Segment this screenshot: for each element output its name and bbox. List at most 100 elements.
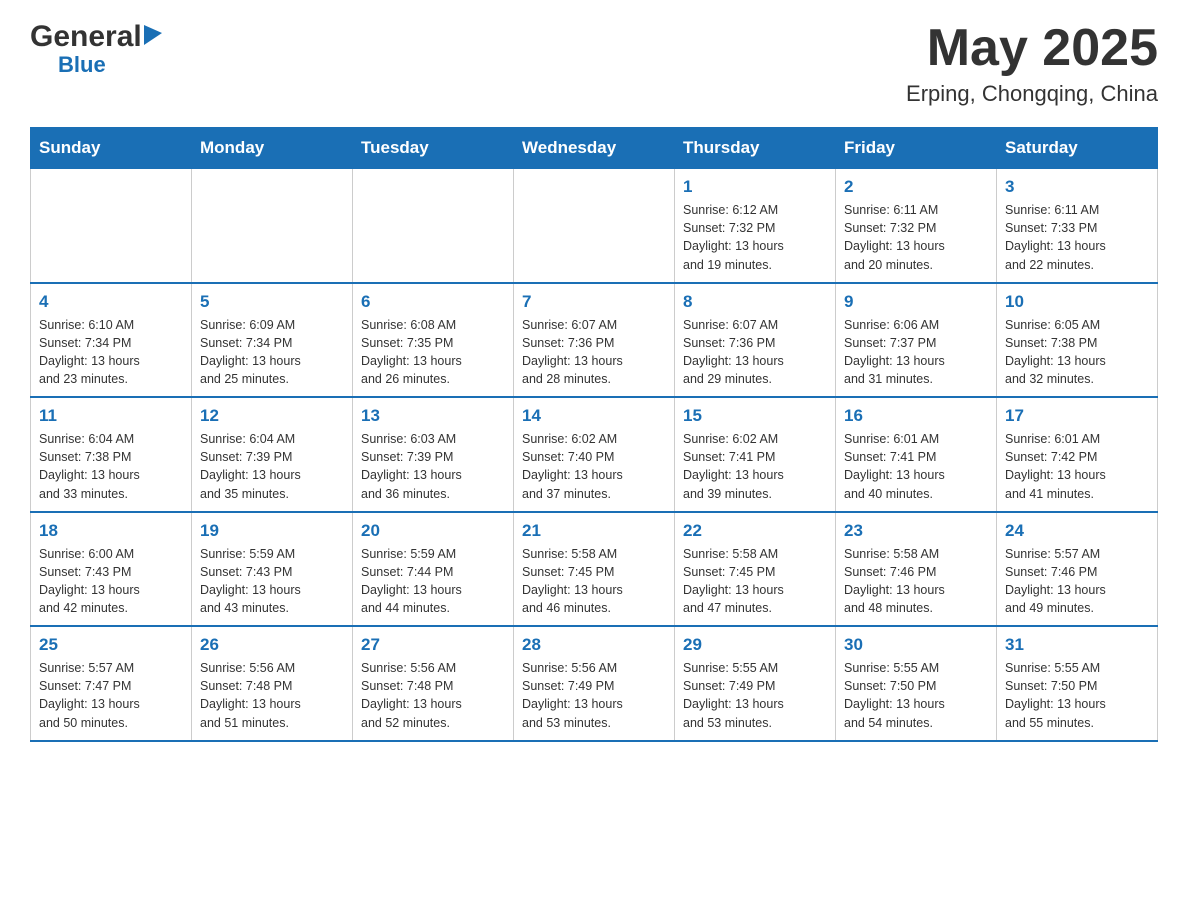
calendar-day-cell: 22 Sunrise: 5:58 AM Sunset: 7:45 PM Dayli… (675, 512, 836, 627)
calendar-day-cell: 1Sunrise: 6:12 AM Sunset: 7:32 PM Daylig… (675, 169, 836, 283)
col-saturday: Saturday (997, 128, 1158, 169)
col-sunday: Sunday (31, 128, 192, 169)
calendar-week-row: 25Sunrise: 5:57 AM Sunset: 7:47 PM Dayli… (31, 626, 1158, 741)
day-info: Sunrise: 6:07 AM Sunset: 7:36 PM Dayligh… (683, 316, 827, 389)
day-number: 11 (39, 406, 183, 426)
day-info: Sunrise: 5:56 AM Sunset: 7:49 PM Dayligh… (522, 659, 666, 732)
col-friday: Friday (836, 128, 997, 169)
day-info: Sunrise: 6:10 AM Sunset: 7:34 PM Dayligh… (39, 316, 183, 389)
day-info: Sunrise: 5:56 AM Sunset: 7:48 PM Dayligh… (361, 659, 505, 732)
calendar-day-cell: 5 Sunrise: 6:09 AM Sunset: 7:34 PM Daylig… (192, 283, 353, 398)
day-info: Sunrise: 6:09 AM Sunset: 7:34 PM Dayligh… (200, 316, 344, 389)
day-number: 6 (361, 292, 505, 312)
calendar-day-cell: 12 Sunrise: 6:04 AM Sunset: 7:39 PM Dayli… (192, 397, 353, 512)
calendar-day-cell: 2 Sunrise: 6:11 AM Sunset: 7:32 PM Daylig… (836, 169, 997, 283)
calendar-day-cell: 9 Sunrise: 6:06 AM Sunset: 7:37 PM Daylig… (836, 283, 997, 398)
day-info: Sunrise: 6:06 AM Sunset: 7:37 PM Dayligh… (844, 316, 988, 389)
calendar-day-cell: 23 Sunrise: 5:58 AM Sunset: 7:46 PM Dayli… (836, 512, 997, 627)
day-number: 2 (844, 177, 988, 197)
calendar-day-cell: 6 Sunrise: 6:08 AM Sunset: 7:35 PM Daylig… (353, 283, 514, 398)
calendar-week-row: 18 Sunrise: 6:00 AM Sunset: 7:43 PM Dayli… (31, 512, 1158, 627)
day-info: Sunrise: 6:02 AM Sunset: 7:40 PM Dayligh… (522, 430, 666, 503)
logo: General Blue (30, 20, 162, 76)
day-info: Sunrise: 6:11 AM Sunset: 7:33 PM Dayligh… (1005, 201, 1149, 274)
day-info: Sunrise: 5:59 AM Sunset: 7:44 PM Dayligh… (361, 545, 505, 618)
calendar-day-cell: 14 Sunrise: 6:02 AM Sunset: 7:40 PM Dayli… (514, 397, 675, 512)
calendar-day-cell: 21 Sunrise: 5:58 AM Sunset: 7:45 PM Dayli… (514, 512, 675, 627)
calendar-day-cell: 4 Sunrise: 6:10 AM Sunset: 7:34 PM Daylig… (31, 283, 192, 398)
calendar-week-row: 11Sunrise: 6:04 AM Sunset: 7:38 PM Dayli… (31, 397, 1158, 512)
day-info: Sunrise: 6:11 AM Sunset: 7:32 PM Dayligh… (844, 201, 988, 274)
day-number: 30 (844, 635, 988, 655)
col-tuesday: Tuesday (353, 128, 514, 169)
calendar-day-cell: 19 Sunrise: 5:59 AM Sunset: 7:43 PM Dayli… (192, 512, 353, 627)
calendar-day-cell: 31Sunrise: 5:55 AM Sunset: 7:50 PM Dayli… (997, 626, 1158, 741)
logo-triangle-icon (144, 25, 162, 50)
day-info: Sunrise: 5:57 AM Sunset: 7:47 PM Dayligh… (39, 659, 183, 732)
day-info: Sunrise: 5:57 AM Sunset: 7:46 PM Dayligh… (1005, 545, 1149, 618)
day-info: Sunrise: 6:12 AM Sunset: 7:32 PM Dayligh… (683, 201, 827, 274)
calendar-day-cell: 15 Sunrise: 6:02 AM Sunset: 7:41 PM Dayli… (675, 397, 836, 512)
day-number: 18 (39, 521, 183, 541)
day-number: 28 (522, 635, 666, 655)
day-number: 5 (200, 292, 344, 312)
calendar-week-row: 1Sunrise: 6:12 AM Sunset: 7:32 PM Daylig… (31, 169, 1158, 283)
day-info: Sunrise: 5:58 AM Sunset: 7:45 PM Dayligh… (683, 545, 827, 618)
calendar-day-cell: 13 Sunrise: 6:03 AM Sunset: 7:39 PM Dayli… (353, 397, 514, 512)
calendar-day-cell: 28 Sunrise: 5:56 AM Sunset: 7:49 PM Dayli… (514, 626, 675, 741)
day-number: 14 (522, 406, 666, 426)
day-number: 16 (844, 406, 988, 426)
logo-blue-text: Blue (58, 54, 106, 76)
calendar-day-cell: 17 Sunrise: 6:01 AM Sunset: 7:42 PM Dayli… (997, 397, 1158, 512)
day-info: Sunrise: 6:02 AM Sunset: 7:41 PM Dayligh… (683, 430, 827, 503)
calendar-day-cell: 29 Sunrise: 5:55 AM Sunset: 7:49 PM Dayli… (675, 626, 836, 741)
calendar-table: Sunday Monday Tuesday Wednesday Thursday… (30, 127, 1158, 742)
day-info: Sunrise: 6:07 AM Sunset: 7:36 PM Dayligh… (522, 316, 666, 389)
day-info: Sunrise: 5:55 AM Sunset: 7:50 PM Dayligh… (844, 659, 988, 732)
day-info: Sunrise: 6:03 AM Sunset: 7:39 PM Dayligh… (361, 430, 505, 503)
col-wednesday: Wednesday (514, 128, 675, 169)
calendar-day-cell: 16 Sunrise: 6:01 AM Sunset: 7:41 PM Dayli… (836, 397, 997, 512)
calendar-day-cell: 25Sunrise: 5:57 AM Sunset: 7:47 PM Dayli… (31, 626, 192, 741)
day-info: Sunrise: 5:59 AM Sunset: 7:43 PM Dayligh… (200, 545, 344, 618)
calendar-day-cell (31, 169, 192, 283)
day-info: Sunrise: 5:58 AM Sunset: 7:45 PM Dayligh… (522, 545, 666, 618)
day-number: 8 (683, 292, 827, 312)
day-number: 7 (522, 292, 666, 312)
calendar-day-cell: 20 Sunrise: 5:59 AM Sunset: 7:44 PM Dayli… (353, 512, 514, 627)
day-number: 19 (200, 521, 344, 541)
calendar-day-cell: 30 Sunrise: 5:55 AM Sunset: 7:50 PM Dayli… (836, 626, 997, 741)
day-number: 4 (39, 292, 183, 312)
logo-general-text: General (30, 20, 142, 54)
day-info: Sunrise: 6:01 AM Sunset: 7:42 PM Dayligh… (1005, 430, 1149, 503)
day-number: 15 (683, 406, 827, 426)
day-number: 23 (844, 521, 988, 541)
calendar-day-cell (353, 169, 514, 283)
calendar-week-row: 4 Sunrise: 6:10 AM Sunset: 7:34 PM Daylig… (31, 283, 1158, 398)
day-number: 20 (361, 521, 505, 541)
day-number: 17 (1005, 406, 1149, 426)
day-number: 9 (844, 292, 988, 312)
header: General Blue May 2025 Erping, Chongqing,… (30, 20, 1158, 107)
day-info: Sunrise: 6:01 AM Sunset: 7:41 PM Dayligh… (844, 430, 988, 503)
day-number: 12 (200, 406, 344, 426)
day-number: 13 (361, 406, 505, 426)
calendar-day-cell: 3Sunrise: 6:11 AM Sunset: 7:33 PM Daylig… (997, 169, 1158, 283)
col-monday: Monday (192, 128, 353, 169)
day-info: Sunrise: 5:56 AM Sunset: 7:48 PM Dayligh… (200, 659, 344, 732)
day-number: 31 (1005, 635, 1149, 655)
day-number: 24 (1005, 521, 1149, 541)
day-info: Sunrise: 6:04 AM Sunset: 7:39 PM Dayligh… (200, 430, 344, 503)
day-number: 21 (522, 521, 666, 541)
calendar-day-cell: 8 Sunrise: 6:07 AM Sunset: 7:36 PM Daylig… (675, 283, 836, 398)
day-number: 10 (1005, 292, 1149, 312)
day-number: 22 (683, 521, 827, 541)
day-info: Sunrise: 5:55 AM Sunset: 7:49 PM Dayligh… (683, 659, 827, 732)
day-number: 29 (683, 635, 827, 655)
col-thursday: Thursday (675, 128, 836, 169)
calendar-day-cell: 18 Sunrise: 6:00 AM Sunset: 7:43 PM Dayli… (31, 512, 192, 627)
day-info: Sunrise: 6:08 AM Sunset: 7:35 PM Dayligh… (361, 316, 505, 389)
day-info: Sunrise: 5:58 AM Sunset: 7:46 PM Dayligh… (844, 545, 988, 618)
day-info: Sunrise: 6:05 AM Sunset: 7:38 PM Dayligh… (1005, 316, 1149, 389)
day-info: Sunrise: 6:00 AM Sunset: 7:43 PM Dayligh… (39, 545, 183, 618)
